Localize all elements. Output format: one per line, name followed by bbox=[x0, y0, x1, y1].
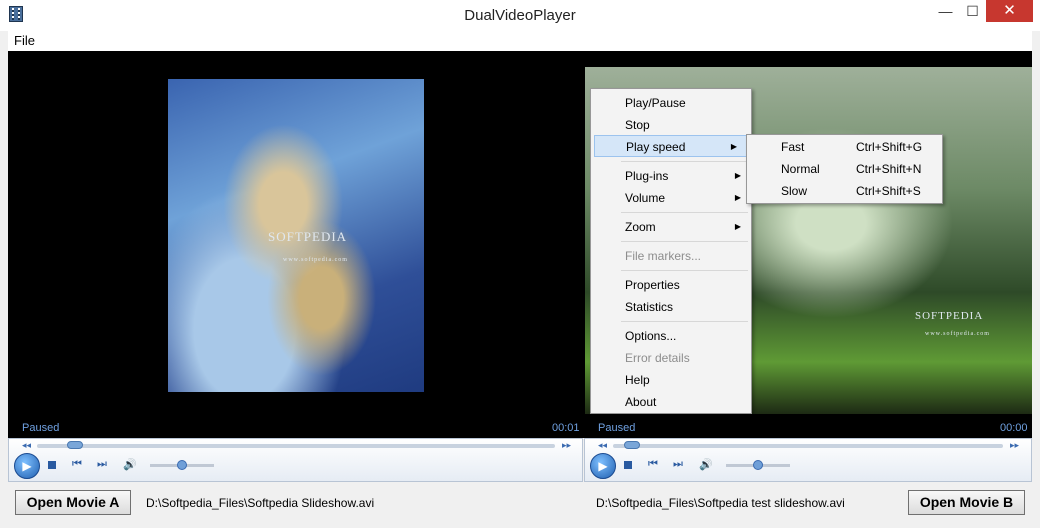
play-speed-submenu: Fast Ctrl+Shift+G Normal Ctrl+Shift+N Sl… bbox=[746, 134, 943, 204]
next-icon[interactable]: ⏭ bbox=[673, 458, 683, 471]
file-path-a: D:\Softpedia_Files\Softpedia Slideshow.a… bbox=[146, 496, 375, 510]
menu-item-plug-ins-label: Plug-ins bbox=[625, 169, 669, 183]
time-b: 00:00 bbox=[1000, 422, 1028, 434]
video-frame-a[interactable]: SOFTPEDIA www.softpedia.com bbox=[168, 79, 424, 392]
minimize-button[interactable]: — bbox=[932, 0, 959, 22]
volume-icon[interactable]: 🔊 bbox=[123, 458, 137, 471]
seek-bar-a[interactable] bbox=[37, 444, 555, 448]
file-path-b: D:\Softpedia_Files\Softpedia test slides… bbox=[596, 496, 845, 510]
menu-item-options[interactable]: Options... bbox=[592, 325, 750, 347]
menu-item-volume-label: Volume bbox=[625, 191, 666, 205]
maximize-button[interactable]: ☐ bbox=[959, 0, 986, 22]
menu-item-properties[interactable]: Properties bbox=[592, 274, 750, 296]
menu-item-plug-ins[interactable]: Plug-ins ▶ bbox=[592, 165, 750, 187]
previous-icon[interactable]: ⏮ bbox=[648, 458, 658, 471]
rewind-icon[interactable]: ◂◂ bbox=[598, 440, 607, 451]
stop-icon[interactable] bbox=[48, 461, 56, 469]
context-menu: Play/Pause Stop Play speed ▶ Plug-ins ▶ … bbox=[590, 88, 752, 414]
watermark-b: SOFTPEDIA bbox=[915, 310, 984, 322]
title-bar: DualVideoPlayer — ☐ ✕ bbox=[0, 0, 1040, 31]
previous-icon[interactable]: ⏮ bbox=[72, 458, 82, 471]
seek-thumb-a[interactable] bbox=[67, 441, 84, 449]
seek-bar-b[interactable] bbox=[613, 444, 1003, 448]
menu-item-play-speed-label: Play speed bbox=[626, 140, 686, 154]
play-button-a[interactable]: ▶ bbox=[14, 453, 40, 479]
menu-item-zoom-label: Zoom bbox=[625, 220, 656, 234]
submenu-item-fast[interactable]: Fast Ctrl+Shift+G bbox=[748, 136, 941, 158]
volume-thumb-b[interactable] bbox=[753, 460, 763, 470]
seek-thumb-b[interactable] bbox=[624, 441, 641, 449]
submenu-arrow-icon: ▶ bbox=[734, 193, 741, 202]
menu-item-help[interactable]: Help bbox=[592, 369, 750, 391]
menu-item-play-pause[interactable]: Play/Pause bbox=[592, 92, 750, 114]
controls-b: ◂◂ ▸▸ ▶ ⏮ ⏭ 🔊 bbox=[584, 438, 1032, 482]
status-a: Paused bbox=[22, 422, 60, 434]
window-title: DualVideoPlayer bbox=[464, 7, 576, 24]
volume-icon[interactable]: 🔊 bbox=[699, 458, 713, 471]
play-button-b[interactable]: ▶ bbox=[590, 453, 616, 479]
next-icon[interactable]: ⏭ bbox=[97, 458, 107, 471]
menu-item-stop[interactable]: Stop bbox=[592, 114, 750, 136]
menu-file[interactable]: File bbox=[14, 33, 35, 48]
rewind-icon[interactable]: ◂◂ bbox=[22, 440, 31, 451]
submenu-item-slow-shortcut: Ctrl+Shift+S bbox=[856, 184, 921, 198]
watermark-url-b: www.softpedia.com bbox=[925, 331, 990, 337]
submenu-item-normal-label: Normal bbox=[781, 162, 820, 176]
submenu-item-normal-shortcut: Ctrl+Shift+N bbox=[856, 162, 922, 176]
menu-separator bbox=[621, 212, 748, 213]
submenu-arrow-icon: ▶ bbox=[734, 222, 741, 231]
submenu-item-normal[interactable]: Normal Ctrl+Shift+N bbox=[748, 158, 941, 180]
submenu-item-slow-label: Slow bbox=[781, 184, 808, 198]
open-movie-a-button[interactable]: Open Movie A bbox=[15, 490, 131, 515]
menu-bar: File bbox=[8, 31, 1032, 51]
forward-icon[interactable]: ▸▸ bbox=[562, 440, 571, 451]
menu-item-volume[interactable]: Volume ▶ bbox=[592, 187, 750, 209]
menu-separator bbox=[621, 270, 748, 271]
submenu-arrow-icon: ▶ bbox=[734, 171, 741, 180]
close-button[interactable]: ✕ bbox=[986, 0, 1033, 22]
forward-icon[interactable]: ▸▸ bbox=[1010, 440, 1019, 451]
menu-separator bbox=[621, 241, 748, 242]
menu-item-play-speed[interactable]: Play speed ▶ bbox=[594, 135, 747, 157]
submenu-arrow-icon: ▶ bbox=[730, 142, 737, 151]
app-window: DualVideoPlayer — ☐ ✕ File SOFTPEDIA www… bbox=[0, 0, 1040, 528]
menu-item-file-markers: File markers... bbox=[625, 249, 702, 263]
menu-separator bbox=[621, 321, 748, 322]
time-a: 00:01 bbox=[552, 422, 580, 434]
menu-separator bbox=[621, 161, 748, 162]
menu-item-about[interactable]: About bbox=[592, 391, 750, 413]
submenu-item-slow[interactable]: Slow Ctrl+Shift+S bbox=[748, 180, 941, 202]
stop-icon[interactable] bbox=[624, 461, 632, 469]
controls-a: ◂◂ ▸▸ ▶ ⏮ ⏭ 🔊 bbox=[8, 438, 583, 482]
watermark-url-a: www.softpedia.com bbox=[283, 257, 348, 263]
menu-item-statistics[interactable]: Statistics bbox=[592, 296, 750, 318]
volume-thumb-a[interactable] bbox=[177, 460, 187, 470]
status-b: Paused bbox=[598, 422, 636, 434]
menu-item-error-details: Error details bbox=[625, 351, 690, 365]
watermark-a: SOFTPEDIA bbox=[268, 229, 348, 244]
submenu-item-fast-shortcut: Ctrl+Shift+G bbox=[856, 140, 923, 154]
open-movie-b-button[interactable]: Open Movie B bbox=[908, 490, 1025, 515]
menu-item-zoom[interactable]: Zoom ▶ bbox=[592, 216, 750, 238]
submenu-item-fast-label: Fast bbox=[781, 140, 805, 154]
